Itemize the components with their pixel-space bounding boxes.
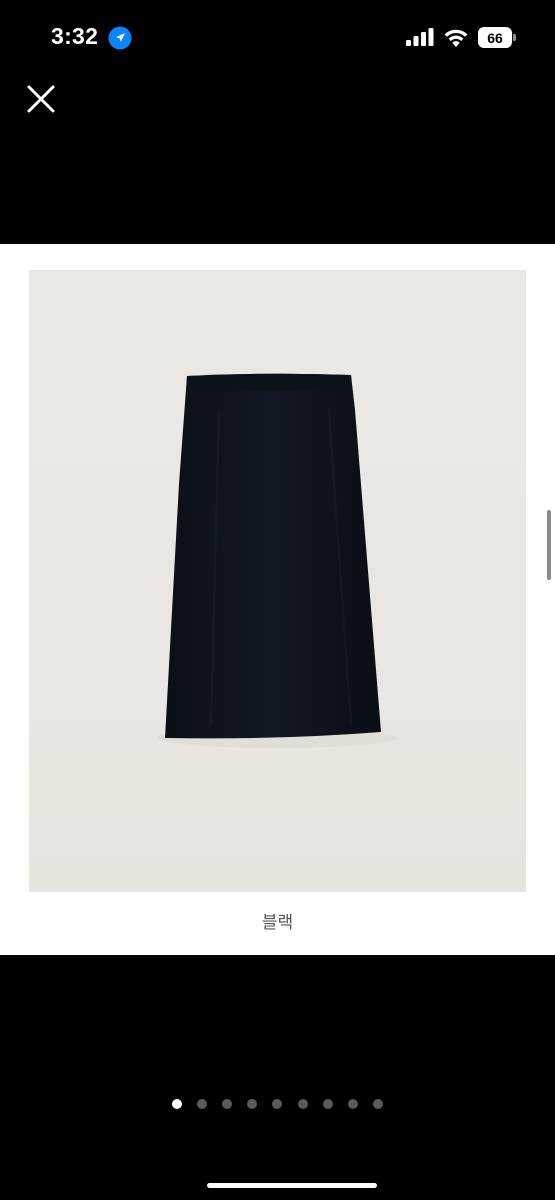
page-indicator [0,1099,555,1111]
close-icon[interactable] [22,80,60,118]
photo-caption: 블랙 [261,913,294,933]
status-time: 3:32 [51,23,99,49]
black-skirt-image [157,373,397,748]
page-dot[interactable] [172,1099,182,1109]
image-viewer-screen: 3:32 66 블랙 [0,0,555,1200]
page-dot[interactable] [298,1099,308,1109]
home-indicator[interactable] [207,1183,377,1188]
location-arrow-icon [108,26,132,50]
product-image-card[interactable]: 블랙 [0,244,555,955]
product-photo [29,270,526,892]
battery-icon: 66 [478,27,516,48]
page-dot[interactable] [247,1099,257,1109]
status-bar: 3:32 66 [0,0,555,74]
page-dot[interactable] [348,1099,358,1109]
battery-level: 66 [478,27,512,48]
page-dot[interactable] [272,1099,282,1109]
page-dot[interactable] [197,1099,207,1109]
battery-cap [513,34,516,41]
wifi-icon [444,29,468,47]
scroll-indicator[interactable] [547,510,551,580]
cellular-signal-icon [406,28,434,46]
page-dot[interactable] [222,1099,232,1109]
page-dot[interactable] [373,1099,383,1109]
page-dot[interactable] [323,1099,333,1109]
